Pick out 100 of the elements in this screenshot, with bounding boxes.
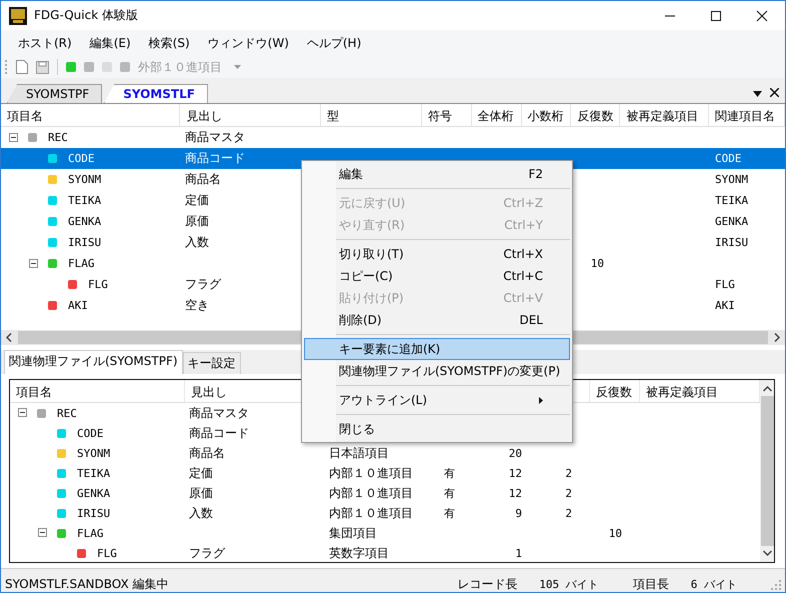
status-label: レコード長 bbox=[457, 576, 518, 592]
save-icon[interactable] bbox=[36, 60, 49, 74]
menu-item[interactable]: ホスト(R) bbox=[9, 34, 81, 52]
menu-item[interactable]: ヘルプ(H) bbox=[298, 34, 370, 52]
scroll-down-icon[interactable] bbox=[762, 550, 772, 556]
table-cell: 10 bbox=[590, 257, 604, 270]
item-name: FLAG bbox=[68, 257, 94, 270]
panel-tab[interactable]: キー設定 bbox=[182, 352, 241, 374]
menu-item[interactable]: 編集 F2 bbox=[304, 163, 570, 185]
item-name: CODE bbox=[68, 152, 94, 165]
table-cell: IRISU bbox=[715, 236, 748, 249]
column-header[interactable]: 型 bbox=[321, 104, 422, 126]
table-cell: 英数字項目 bbox=[329, 544, 389, 562]
item-name: FLG bbox=[97, 546, 117, 560]
scrollbar-thumb[interactable] bbox=[760, 396, 774, 546]
resize-grip-icon[interactable] bbox=[771, 580, 781, 590]
item-heading: 原価 bbox=[185, 213, 209, 230]
item-heading: 商品名 bbox=[189, 444, 225, 462]
column-header[interactable]: 項目名 bbox=[10, 380, 185, 402]
maximize-icon[interactable] bbox=[710, 10, 722, 22]
table-cell: 内部１０進項目 bbox=[329, 464, 413, 482]
column-header[interactable]: 見出し bbox=[180, 104, 322, 126]
table-cell: 1 bbox=[515, 546, 522, 560]
table-cell: FLG bbox=[715, 278, 735, 291]
column-header[interactable]: 反復数 bbox=[590, 380, 640, 402]
item-name: TEIKA bbox=[68, 194, 102, 207]
collapse-toggle[interactable] bbox=[18, 408, 28, 418]
menu-item[interactable]: 検索(S) bbox=[140, 34, 199, 52]
collapse-toggle[interactable] bbox=[38, 528, 48, 538]
status-value: 105 バイト bbox=[539, 577, 599, 592]
collapse-toggle[interactable] bbox=[29, 258, 39, 268]
menu-item[interactable]: ウィンドウ(W) bbox=[198, 34, 298, 52]
scroll-left-icon[interactable] bbox=[6, 333, 12, 342]
file-tab[interactable]: SYOMSTPF bbox=[7, 84, 102, 103]
panel-tab[interactable]: 関連物理ファイル(SYOMSTPF) bbox=[4, 350, 183, 374]
item-name: GENKA bbox=[77, 486, 110, 500]
item-heading: 商品名 bbox=[185, 171, 221, 188]
item-heading: 入数 bbox=[189, 504, 213, 522]
status-label: 項目長 bbox=[632, 576, 669, 592]
item-heading: フラグ bbox=[189, 544, 225, 562]
table-cell: 日本語項目 bbox=[329, 444, 389, 462]
table-cell: 10 bbox=[608, 526, 622, 540]
menu-item[interactable]: 関連物理ファイル(SYOMSTPF)の変更(P) bbox=[304, 360, 570, 382]
scroll-up-icon[interactable] bbox=[762, 386, 772, 392]
item-heading: 商品マスタ bbox=[189, 404, 249, 422]
table-cell: TEIKA bbox=[715, 194, 748, 207]
item-name: FLG bbox=[88, 278, 108, 291]
menu-item[interactable]: キー要素に追加(K) bbox=[304, 338, 570, 360]
collapse-toggle[interactable] bbox=[9, 132, 19, 142]
menu-item[interactable]: 閉じる bbox=[304, 418, 570, 440]
table-cell: 内部１０進項目 bbox=[329, 484, 413, 502]
scroll-right-icon[interactable] bbox=[774, 333, 780, 342]
table-cell: 2 bbox=[565, 486, 572, 500]
close-icon[interactable] bbox=[756, 10, 768, 22]
column-header[interactable]: 関連項目名 bbox=[709, 104, 785, 126]
item-heading: 商品コード bbox=[189, 424, 249, 442]
table-cell: AKI bbox=[715, 299, 735, 312]
column-header[interactable]: 小数桁 bbox=[522, 104, 572, 126]
column-header[interactable]: 項目名 bbox=[1, 104, 180, 126]
item-name: SYONM bbox=[77, 446, 110, 460]
item-name: TEIKA bbox=[77, 466, 110, 480]
dropdown-arrow-icon[interactable] bbox=[753, 91, 762, 97]
table-cell: CODE bbox=[715, 152, 742, 165]
grip-icon bbox=[5, 59, 8, 75]
file-tab[interactable]: SYOMSTLF bbox=[104, 84, 208, 103]
item-name: IRISU bbox=[77, 506, 110, 520]
item-heading: 空き bbox=[185, 297, 209, 314]
table-cell: 有 bbox=[444, 486, 455, 500]
menu-item[interactable]: 切り取り(T) Ctrl+X bbox=[304, 243, 570, 265]
column-header[interactable]: 符号 bbox=[422, 104, 472, 126]
table-cell: 内部１０進項目 bbox=[329, 504, 413, 522]
item-name: REC bbox=[48, 131, 68, 144]
table-cell: 12 bbox=[508, 466, 522, 480]
item-heading: 入数 bbox=[185, 234, 209, 251]
table-cell: 9 bbox=[515, 506, 522, 520]
column-header[interactable]: 全体桁 bbox=[472, 104, 522, 126]
new-document-icon[interactable] bbox=[16, 60, 28, 74]
item-name: FLAG bbox=[77, 526, 104, 540]
column-header[interactable]: 被再定義項目 bbox=[620, 104, 710, 126]
item-name: GENKA bbox=[68, 215, 102, 228]
item-name: REC bbox=[57, 406, 77, 420]
menu-item[interactable]: 編集(E) bbox=[80, 34, 140, 52]
table-cell: GENKA bbox=[715, 215, 748, 228]
menu-item[interactable]: コピー(C) Ctrl+C bbox=[304, 265, 570, 287]
item-heading: 定価 bbox=[185, 192, 209, 209]
table-cell: 12 bbox=[508, 486, 522, 500]
table-cell: SYONM bbox=[715, 173, 748, 186]
table-cell: 有 bbox=[444, 506, 455, 520]
table-cell: 有 bbox=[444, 466, 455, 480]
close-icon[interactable] bbox=[770, 88, 779, 97]
caret-icon bbox=[234, 65, 241, 69]
column-header[interactable]: 反復数 bbox=[571, 104, 620, 126]
item-name: AKI bbox=[68, 299, 88, 312]
item-name: SYONM bbox=[68, 173, 102, 186]
app-logo-icon bbox=[9, 6, 27, 24]
window-title: FDG-Quick 体験版 bbox=[34, 7, 138, 24]
item-heading: 商品マスタ bbox=[185, 129, 245, 146]
item-heading: フラグ bbox=[185, 276, 221, 293]
status-message: SYOMSTLF.SANDBOX 編集中 bbox=[5, 576, 169, 592]
menu-item[interactable]: 削除(D) DEL bbox=[304, 309, 570, 331]
